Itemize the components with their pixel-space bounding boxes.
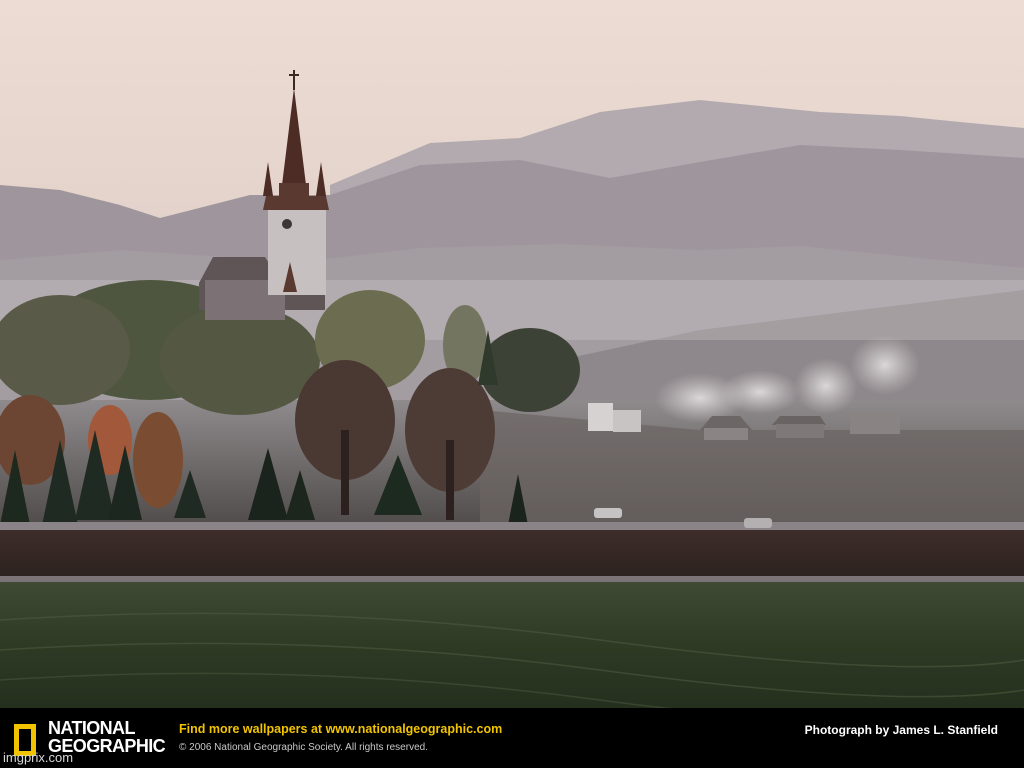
footer-bar: NATIONAL GEOGRAPHIC Find more wallpapers…: [0, 708, 1024, 768]
promo-text-line: Find more wallpapers at www.nationalgeog…: [179, 722, 502, 736]
fields: [0, 522, 1024, 708]
photo-credit: Photograph by James L. Stanfield: [804, 723, 998, 737]
site-watermark: imgprix.com: [3, 750, 74, 765]
landscape-photo: [0, 0, 1024, 708]
copyright-text: © 2006 National Geographic Society. All …: [179, 742, 428, 753]
promo-text: Find more wallpapers at: [179, 722, 323, 736]
logo-line-1: NATIONAL: [48, 718, 135, 738]
website-link[interactable]: www.nationalgeographic.com: [326, 722, 503, 736]
